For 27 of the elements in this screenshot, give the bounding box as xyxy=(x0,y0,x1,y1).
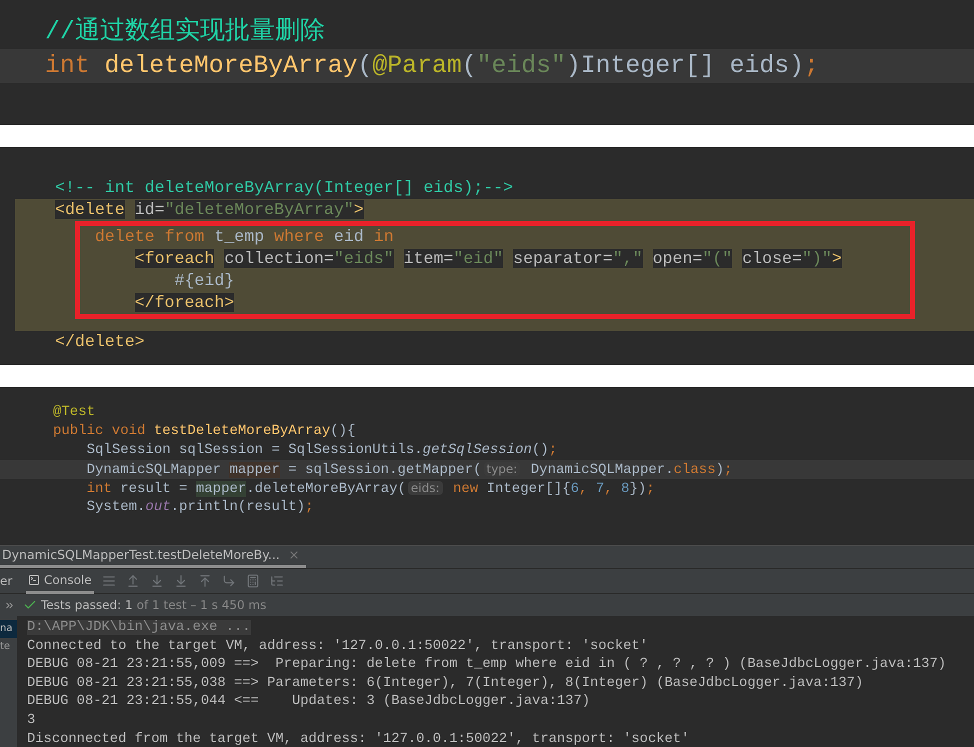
close-icon[interactable] xyxy=(288,549,300,561)
expand-icon[interactable] xyxy=(4,600,15,610)
console-line: DEBUG 08-21 23:21:55,009 ==> Preparing: delete from t_emp where eid in ( ? , ? , ? ) (BaseJdbcLogger.java:137) xyxy=(27,657,946,672)
code-line: <!-- int deleteMoreByArray(Integer[] eids);--> xyxy=(54,177,514,199)
console-line: 3 xyxy=(27,712,36,728)
tray-up-icon[interactable] xyxy=(126,574,140,588)
corner-arrow-icon[interactable] xyxy=(222,574,236,588)
side-item[interactable]: te xyxy=(0,638,17,656)
tree-list-icon[interactable] xyxy=(270,574,284,588)
console-line: DEBUG 08-21 23:21:55,044 <== Updates: 3 (BaseJdbcLogger.java:137) xyxy=(27,694,590,710)
code-line: #{eid} xyxy=(174,270,236,292)
code-line: delete from t_emp where eid in xyxy=(94,226,395,248)
panel-label: er xyxy=(0,573,14,590)
download-icon[interactable] xyxy=(174,574,188,588)
download-icon[interactable] xyxy=(150,574,164,588)
status-detail: of 1 test – 1 s 450 ms xyxy=(136,597,266,614)
terminal-icon xyxy=(28,574,40,586)
console-line: DEBUG 08-21 23:21:55,038 ==> Parameters: 6(Integer), 7(Integer), 8(Integer) (BaseJdbcLogger.java:137) xyxy=(27,676,864,691)
calculator-icon[interactable] xyxy=(246,574,260,588)
console-line: Connected to the target VM, address: '127.0.0.1:50022', transport: 'socket' xyxy=(27,638,648,654)
code-line: </delete> xyxy=(54,331,146,353)
code-line: <foreach collection="eids" item="eid" separator="," open="(" close=")"> xyxy=(134,248,843,270)
status-text: Tests passed: 1 xyxy=(41,597,133,614)
list-icon[interactable] xyxy=(102,574,116,588)
console-line: Disconnected from the target VM, address: '127.0.0.1:50022', transport: 'socket' xyxy=(27,732,690,747)
upload-icon[interactable] xyxy=(198,574,212,588)
side-item[interactable]: na xyxy=(0,620,17,638)
